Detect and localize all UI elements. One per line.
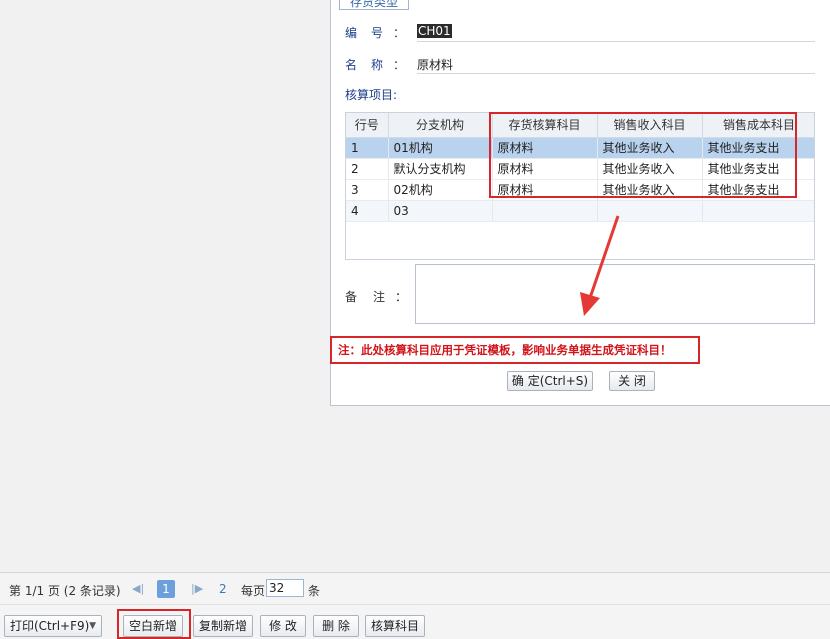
first-page-icon[interactable]: ◀| xyxy=(132,582,144,595)
name-field[interactable]: 原材料 xyxy=(417,52,815,74)
remark-label: 备 注 xyxy=(345,290,388,304)
per-page-label: 每页 xyxy=(241,584,266,598)
annotation-arrow-icon xyxy=(580,215,620,316)
note-text: 注：此处核算科目应用于凭证模板，影响业务单据生成凭证科目！ xyxy=(330,336,700,364)
confirm-button[interactable]: 确 定(Ctrl+S) xyxy=(507,371,593,391)
page-2-link[interactable]: 2 xyxy=(219,582,227,596)
name-colon: ： xyxy=(393,58,406,72)
page-size-input[interactable]: 32 xyxy=(266,579,304,597)
name-label: 名 称 xyxy=(345,58,385,72)
code-value: CH01 xyxy=(417,24,452,38)
grid-cell[interactable]: 02机构 xyxy=(388,179,493,201)
accounting-items-label: 核算项目: xyxy=(345,88,398,102)
grid-cell[interactable]: 4 xyxy=(346,200,389,222)
accounting-subject-button[interactable]: 核算科目 xyxy=(365,615,425,637)
col-header-row-number[interactable]: 行号 xyxy=(346,113,389,138)
subject-columns-highlight xyxy=(489,112,797,198)
grid-cell[interactable]: 01机构 xyxy=(388,137,493,159)
print-button[interactable]: 打印(Ctrl+F9) ▼ xyxy=(4,615,102,637)
current-page[interactable]: 1 xyxy=(157,580,175,598)
code-row: 编 号 ： CH01 xyxy=(345,20,815,44)
pager-bar: 第 1/1 页 (2 条记录) ◀| 1 |▶ 2 每页 32 条 xyxy=(0,572,830,604)
close-button[interactable]: 关 闭 xyxy=(609,371,655,391)
grid-cell[interactable]: 默认分支机构 xyxy=(388,158,493,180)
delete-button[interactable]: 删 除 xyxy=(313,615,359,637)
per-page-unit: 条 xyxy=(308,584,321,598)
remark-colon: ： xyxy=(395,290,408,304)
col-header-branch[interactable]: 分支机构 xyxy=(388,113,493,138)
copy-new-button[interactable]: 复制新增 xyxy=(193,615,253,637)
grid-cell[interactable]: 3 xyxy=(346,179,389,201)
tab-inventory-type[interactable]: 存货类型 xyxy=(339,0,410,10)
blank-new-highlight xyxy=(117,609,191,639)
grid-cell[interactable]: 2 xyxy=(346,158,389,180)
code-label: 编 号 xyxy=(345,26,385,40)
grid-cell[interactable]: 03 xyxy=(388,200,493,222)
grid-cell[interactable]: 1 xyxy=(346,137,389,159)
name-row: 名 称 ： 原材料 xyxy=(345,52,815,76)
pager-summary: 第 1/1 页 (2 条记录) xyxy=(9,584,121,598)
chevron-down-icon: ▼ xyxy=(89,621,96,631)
code-field[interactable]: CH01 xyxy=(417,20,815,42)
grid-cell[interactable] xyxy=(702,200,814,222)
edit-button[interactable]: 修 改 xyxy=(260,615,306,637)
next-page-icon[interactable]: |▶ xyxy=(191,582,203,595)
print-button-label: 打印(Ctrl+F9) xyxy=(10,619,90,633)
code-colon: ： xyxy=(393,26,406,40)
